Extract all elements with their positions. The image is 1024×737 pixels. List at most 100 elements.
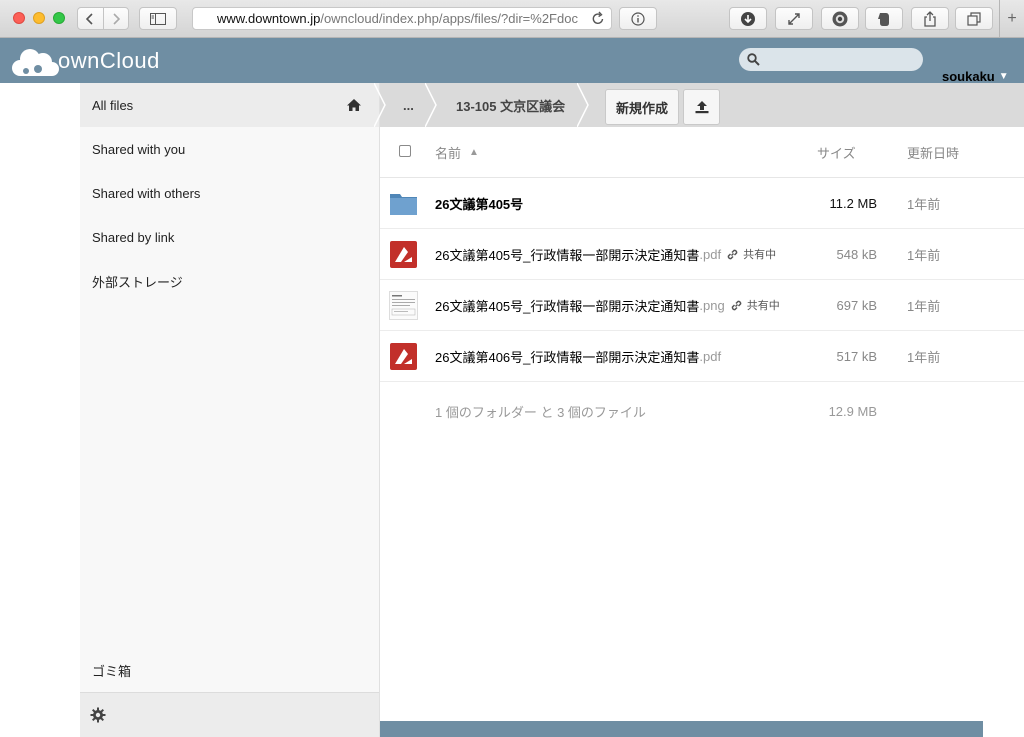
file-name[interactable]: 26文議第405号_行政情報一部開示決定通知書 .png 共有中 <box>435 280 780 330</box>
sidebar-item-label: All files <box>92 97 134 113</box>
breadcrumb-ellipsis-label: ... <box>403 97 414 113</box>
sidebar-item-all-files[interactable]: All files <box>80 83 379 127</box>
column-size-label: サイズ <box>817 145 856 161</box>
footer-bar <box>380 721 983 737</box>
minimize-window-button[interactable] <box>33 12 45 24</box>
logo-text: ownCloud <box>58 48 160 73</box>
sidebar-item-shared-with-others[interactable]: Shared with others <box>80 171 379 215</box>
expand-icon <box>788 12 800 25</box>
column-header-modified[interactable]: 更新日時 <box>907 127 959 177</box>
user-menu-caret-icon: ▼ <box>998 71 1009 82</box>
file-name[interactable]: 26文議第405号_行政情報一部開示決定通知書 .pdf 共有中 <box>435 229 776 279</box>
column-header-size[interactable]: サイズ <box>817 127 856 177</box>
folder-icon <box>390 194 417 215</box>
file-row[interactable]: 26文議第406号_行政情報一部開示決定通知書 .pdf 517 kB 1年前 <box>380 331 1024 382</box>
share-icon <box>924 10 936 27</box>
upload-icon <box>695 101 708 114</box>
download-icon <box>741 11 755 26</box>
column-modified-label: 更新日時 <box>907 145 960 161</box>
zoom-window-button[interactable] <box>53 12 65 24</box>
sidebar-toggle-button[interactable] <box>139 7 177 30</box>
extension-button[interactable] <box>821 7 859 30</box>
tabs-overview-button[interactable] <box>955 7 993 30</box>
file-name[interactable]: 26文議第406号_行政情報一部開示決定通知書 .pdf <box>435 331 721 381</box>
new-button[interactable]: 新規作成 <box>605 89 679 125</box>
cloud-logo-icon <box>12 49 59 76</box>
file-size: 517 kB <box>836 348 877 364</box>
evernote-icon <box>878 12 889 26</box>
reader-info-button[interactable] <box>619 7 657 30</box>
file-name[interactable]: 26文議第405号 <box>435 178 523 228</box>
file-extension: .pdf <box>699 348 722 364</box>
search-input[interactable] <box>739 48 923 71</box>
owncloud-logo[interactable]: ownCloud <box>8 44 160 78</box>
tabs-icon <box>967 11 981 26</box>
file-name-text: 26文議第405号_行政情報一部開示決定通知書 <box>435 298 700 314</box>
sidebar-item-trash[interactable]: ゴミ箱 <box>80 648 379 692</box>
breadcrumb-current[interactable]: 13-105 文京区議会 <box>456 83 565 127</box>
browser-toolbar: www.downtown.jp/owncloud/index.php/apps/… <box>0 0 1024 38</box>
chevron-right-icon <box>113 12 120 25</box>
file-size: 11.2 MB <box>829 195 877 211</box>
summary-size: 12.9 MB <box>828 403 877 419</box>
gear-icon <box>90 707 106 723</box>
shared-indicator[interactable]: 共有中 <box>726 246 776 262</box>
forward-button[interactable] <box>102 8 128 29</box>
file-name-text: 26文議第405号_行政情報一部開示決定通知書 <box>435 247 700 263</box>
username: soukaku <box>942 69 995 84</box>
search-icon <box>747 53 760 66</box>
breadcrumb-ellipsis[interactable]: ... <box>403 83 414 127</box>
address-bar[interactable]: www.downtown.jp/owncloud/index.php/apps/… <box>192 7 612 30</box>
sidebar-item-shared-by-link[interactable]: Shared by link <box>80 215 379 259</box>
app-header: ownCloud soukaku ▼ <box>0 38 1024 84</box>
pdf-file-icon <box>390 343 417 370</box>
sidebar-item-label: Shared with you <box>92 141 186 157</box>
plus-icon: + <box>1007 10 1017 27</box>
file-modified: 1年前 <box>907 298 941 314</box>
upload-button[interactable] <box>683 89 720 125</box>
breadcrumb-separator <box>374 83 386 127</box>
column-header-name[interactable]: 名前 ▲ <box>435 127 479 177</box>
downloads-button[interactable] <box>729 7 767 30</box>
sidebar-item-external-storage[interactable]: 外部ストレージ <box>80 259 379 303</box>
shared-label: 共有中 <box>743 249 777 261</box>
user-menu[interactable]: soukaku ▼ <box>942 69 1009 84</box>
sidebar-item-label: 外部ストレージ <box>92 274 183 290</box>
breadcrumb-home[interactable] <box>346 83 362 127</box>
file-row[interactable]: 26文議第405号 11.2 MB 1年前 <box>380 178 1024 229</box>
fullscreen-button[interactable] <box>775 7 813 30</box>
breadcrumb-current-label: 13-105 文京区議会 <box>456 98 566 114</box>
scroll-gutter <box>983 721 1024 737</box>
link-icon <box>731 300 741 310</box>
file-name-text: 26文議第405号 <box>435 196 524 212</box>
share-button[interactable] <box>911 7 949 30</box>
breadcrumb-separator <box>577 83 589 127</box>
url-path: /owncloud/index.php/apps/files/?dir=%2Fd… <box>320 11 578 26</box>
file-modified: 1年前 <box>907 349 941 365</box>
reload-icon[interactable] <box>591 11 605 26</box>
chevron-left-icon <box>86 12 94 25</box>
evernote-button[interactable] <box>865 7 903 30</box>
file-name-text: 26文議第406号_行政情報一部開示決定通知書 <box>435 349 700 365</box>
close-window-button[interactable] <box>13 12 25 24</box>
sidebar-item-label: Shared by link <box>92 229 175 245</box>
sort-ascending-icon: ▲ <box>469 146 479 158</box>
file-extension: .pdf <box>699 246 722 262</box>
sidebar-item-label: ゴミ箱 <box>92 663 132 679</box>
info-icon <box>631 11 645 26</box>
settings-button[interactable] <box>80 692 379 737</box>
file-row[interactable]: 26文議第405号_行政情報一部開示決定通知書 .pdf 共有中 548 kB 1… <box>380 229 1024 280</box>
sidebar-item-shared-with-you[interactable]: Shared with you <box>80 127 379 171</box>
new-tab-button[interactable]: + <box>999 0 1024 38</box>
shared-indicator[interactable]: 共有中 <box>730 297 780 313</box>
app-navigation: All files Shared with you Shared with ot… <box>80 83 380 737</box>
file-modified: 1年前 <box>907 247 941 263</box>
sidebar-icon <box>150 12 166 25</box>
extension-icon <box>832 11 848 26</box>
pdf-file-icon <box>390 241 417 268</box>
home-icon <box>347 99 361 111</box>
file-size: 548 kB <box>836 246 877 262</box>
select-all-checkbox[interactable] <box>399 145 411 157</box>
file-row[interactable]: 26文議第405号_行政情報一部開示決定通知書 .png 共有中 697 kB 1… <box>380 280 1024 331</box>
back-button[interactable] <box>78 8 103 29</box>
